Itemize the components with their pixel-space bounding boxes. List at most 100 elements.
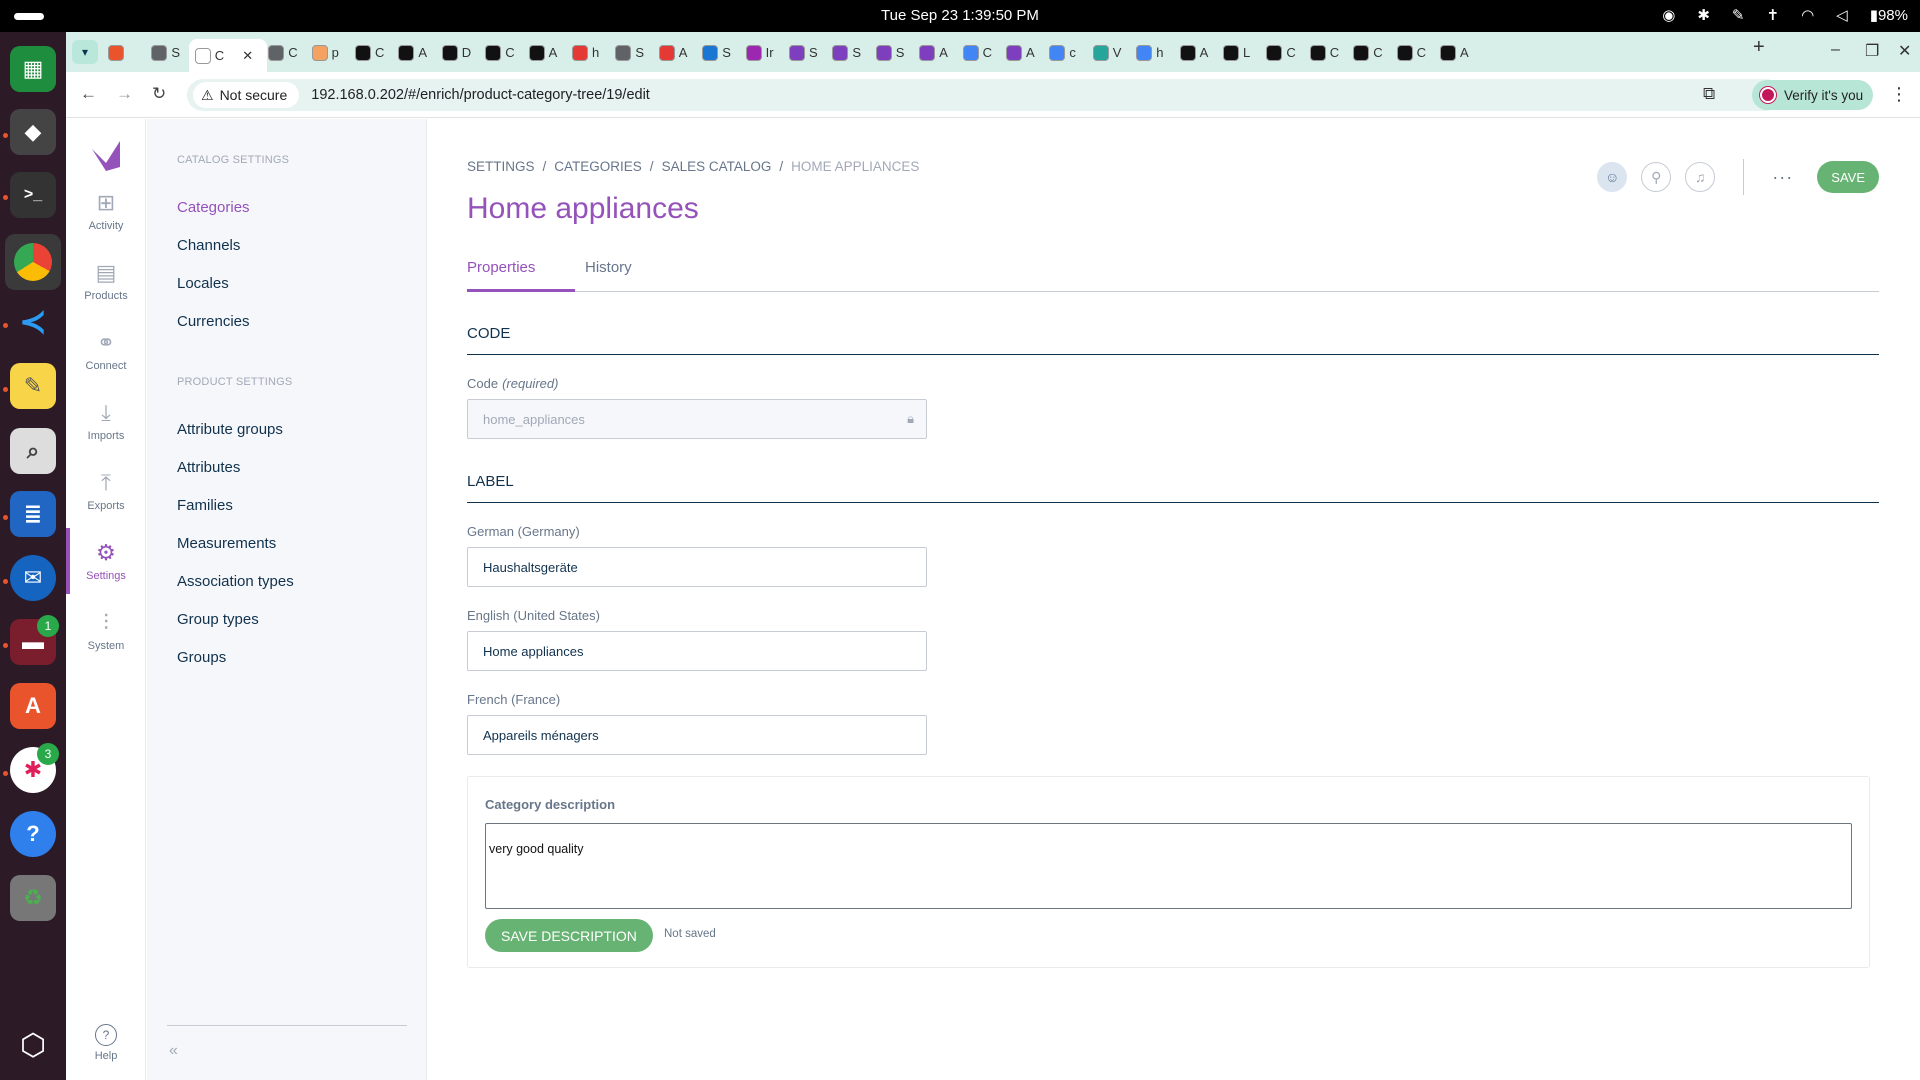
system-tray[interactable]: ◉ ✱ ✎ ✝ ◠ ◁ ▮98%: [1662, 6, 1908, 24]
save-button[interactable]: SAVE: [1817, 161, 1879, 193]
profile-verify-button[interactable]: Verify it's you: [1752, 80, 1874, 110]
terminal-icon[interactable]: >_: [10, 172, 56, 218]
user-avatar[interactable]: ☺: [1597, 162, 1628, 192]
browser-tab[interactable]: C: [957, 39, 1001, 66]
breadcrumb-categories[interactable]: CATEGORIES: [554, 159, 642, 174]
extensions-icon[interactable]: ⧉: [1703, 84, 1715, 104]
activity-icon: ⊞: [96, 189, 116, 215]
browser-tab[interactable]: h: [566, 39, 610, 66]
tab-properties[interactable]: Properties: [467, 259, 575, 292]
close-window-button[interactable]: ✕: [1898, 41, 1911, 61]
browser-tab[interactable]: D: [436, 39, 480, 66]
new-tab-button[interactable]: +: [1753, 36, 1765, 59]
help-app-icon[interactable]: ?: [10, 811, 56, 857]
minimize-button[interactable]: –: [1831, 41, 1840, 59]
tab-history[interactable]: History: [585, 259, 632, 292]
browser-tab[interactable]: c: [1043, 39, 1087, 66]
browser-tab[interactable]: C: [262, 39, 306, 66]
browser-tab[interactable]: A: [523, 39, 567, 66]
chrome-icon[interactable]: [5, 234, 61, 290]
tab-favicon-icon: [702, 44, 719, 61]
notifications-button[interactable]: ♫: [1685, 162, 1716, 192]
breadcrumb-sales-catalog[interactable]: SALES CATALOG: [662, 159, 772, 174]
nav-link-attribute-groups[interactable]: Attribute groups: [177, 421, 283, 438]
browser-tab[interactable]: S: [826, 39, 870, 66]
browser-tab[interactable]: Ir: [740, 39, 784, 66]
browser-tab[interactable]: C: [349, 39, 393, 66]
collapse-panel-icon[interactable]: «: [169, 1042, 178, 1060]
label-french-input[interactable]: Appareils ménagers: [467, 715, 927, 755]
browser-tab[interactable]: L: [1217, 39, 1261, 66]
browser-tab[interactable]: [102, 39, 146, 66]
os-clock[interactable]: Tue Sep 23 1:39:50 PM: [0, 7, 1920, 24]
vscode-icon[interactable]: ≺: [10, 299, 56, 345]
nav-link-channels[interactable]: Channels: [177, 237, 240, 254]
nav-link-group-types[interactable]: Group types: [177, 611, 259, 628]
browser-tab[interactable]: C: [1391, 39, 1435, 66]
thunderbird-icon[interactable]: ✉: [10, 555, 56, 601]
reload-button[interactable]: ↻: [152, 84, 166, 104]
app-center-icon[interactable]: A: [10, 683, 56, 729]
browser-tab[interactable]: A: [653, 39, 697, 66]
browser-tab[interactable]: S: [609, 39, 653, 66]
menu-item-products[interactable]: ▤ Products: [66, 248, 146, 314]
browser-tab[interactable]: A: [913, 39, 957, 66]
nav-link-currencies[interactable]: Currencies: [177, 313, 250, 330]
browser-tab[interactable]: S: [870, 39, 914, 66]
breadcrumb-settings[interactable]: SETTINGS: [467, 159, 535, 174]
nav-link-association-types[interactable]: Association types: [177, 573, 294, 590]
help-button[interactable]: ? Help: [66, 1024, 146, 1062]
chrome-menu-icon[interactable]: ⋮: [1890, 84, 1908, 105]
search-tool-icon[interactable]: ⌕: [10, 428, 56, 474]
restore-button[interactable]: ❐: [1865, 41, 1879, 61]
text-editor-icon[interactable]: ✎: [10, 363, 56, 409]
menu-item-exports[interactable]: ⤒ Exports: [66, 458, 146, 524]
akeneo-logo[interactable]: [88, 137, 124, 173]
description-textarea[interactable]: very good quality: [485, 823, 1852, 909]
nav-link-groups[interactable]: Groups: [177, 649, 226, 666]
menu-item-activity[interactable]: ⊞ Activity: [66, 178, 146, 244]
browser-tab[interactable]: A: [392, 39, 436, 66]
back-button[interactable]: ←: [80, 84, 97, 104]
menu-item-system[interactable]: ⫶ System: [66, 598, 146, 664]
show-apps-icon[interactable]: ⬡: [10, 1022, 56, 1068]
forward-button[interactable]: →: [116, 84, 133, 104]
nav-link-measurements[interactable]: Measurements: [177, 535, 276, 552]
browser-tab[interactable]: C: [1347, 39, 1391, 66]
writer-icon[interactable]: ≣: [10, 491, 56, 537]
connector-button[interactable]: ⚲: [1641, 162, 1672, 192]
tab-favicon-icon: [485, 44, 502, 61]
site-info-button[interactable]: ⚠ Not secure: [193, 82, 300, 108]
browser-tab[interactable]: C: [479, 39, 523, 66]
menu-item-settings[interactable]: ⚙ Settings: [66, 528, 146, 594]
label-german-input[interactable]: Haushaltsgeräte: [467, 547, 927, 587]
nav-link-locales[interactable]: Locales: [177, 275, 229, 292]
menu-item-connect[interactable]: ⚭ Connect: [66, 318, 146, 384]
browser-tab[interactable]: C: [1304, 39, 1348, 66]
nav-link-categories[interactable]: Categories: [177, 199, 250, 216]
trash-icon[interactable]: ♻: [10, 875, 56, 921]
browser-tab-active[interactable]: C ✕: [188, 39, 267, 72]
menu-item-imports[interactable]: ⤓ Imports: [66, 388, 146, 454]
more-actions-icon[interactable]: ···: [1772, 167, 1793, 188]
browser-tab[interactable]: A: [1000, 39, 1044, 66]
browser-tab[interactable]: A: [1174, 39, 1218, 66]
label-english-input[interactable]: Home appliances: [467, 631, 927, 671]
url-text[interactable]: 192.168.0.202/#/enrich/product-category-…: [311, 87, 650, 103]
browser-tab[interactable]: p: [306, 39, 350, 66]
nav-link-families[interactable]: Families: [177, 497, 233, 514]
browser-tab[interactable]: S: [696, 39, 740, 66]
nav-link-attributes[interactable]: Attributes: [177, 459, 240, 476]
cube-app-icon[interactable]: ◆: [10, 109, 56, 155]
browser-tab[interactable]: V: [1087, 39, 1131, 66]
browser-tab[interactable]: C: [1260, 39, 1304, 66]
browser-tab[interactable]: A: [1434, 39, 1478, 66]
close-tab-icon[interactable]: ✕: [242, 48, 253, 64]
spreadsheet-app-icon[interactable]: ▦: [10, 46, 56, 92]
address-bar[interactable]: ⚠ Not secure 192.168.0.202/#/enrich/prod…: [187, 79, 1782, 111]
browser-tab[interactable]: S: [145, 39, 189, 66]
save-description-button[interactable]: SAVE DESCRIPTION: [485, 919, 653, 952]
browser-tab[interactable]: S: [783, 39, 827, 66]
tab-search-button[interactable]: ▾: [72, 40, 98, 64]
browser-tab[interactable]: h: [1130, 39, 1174, 66]
